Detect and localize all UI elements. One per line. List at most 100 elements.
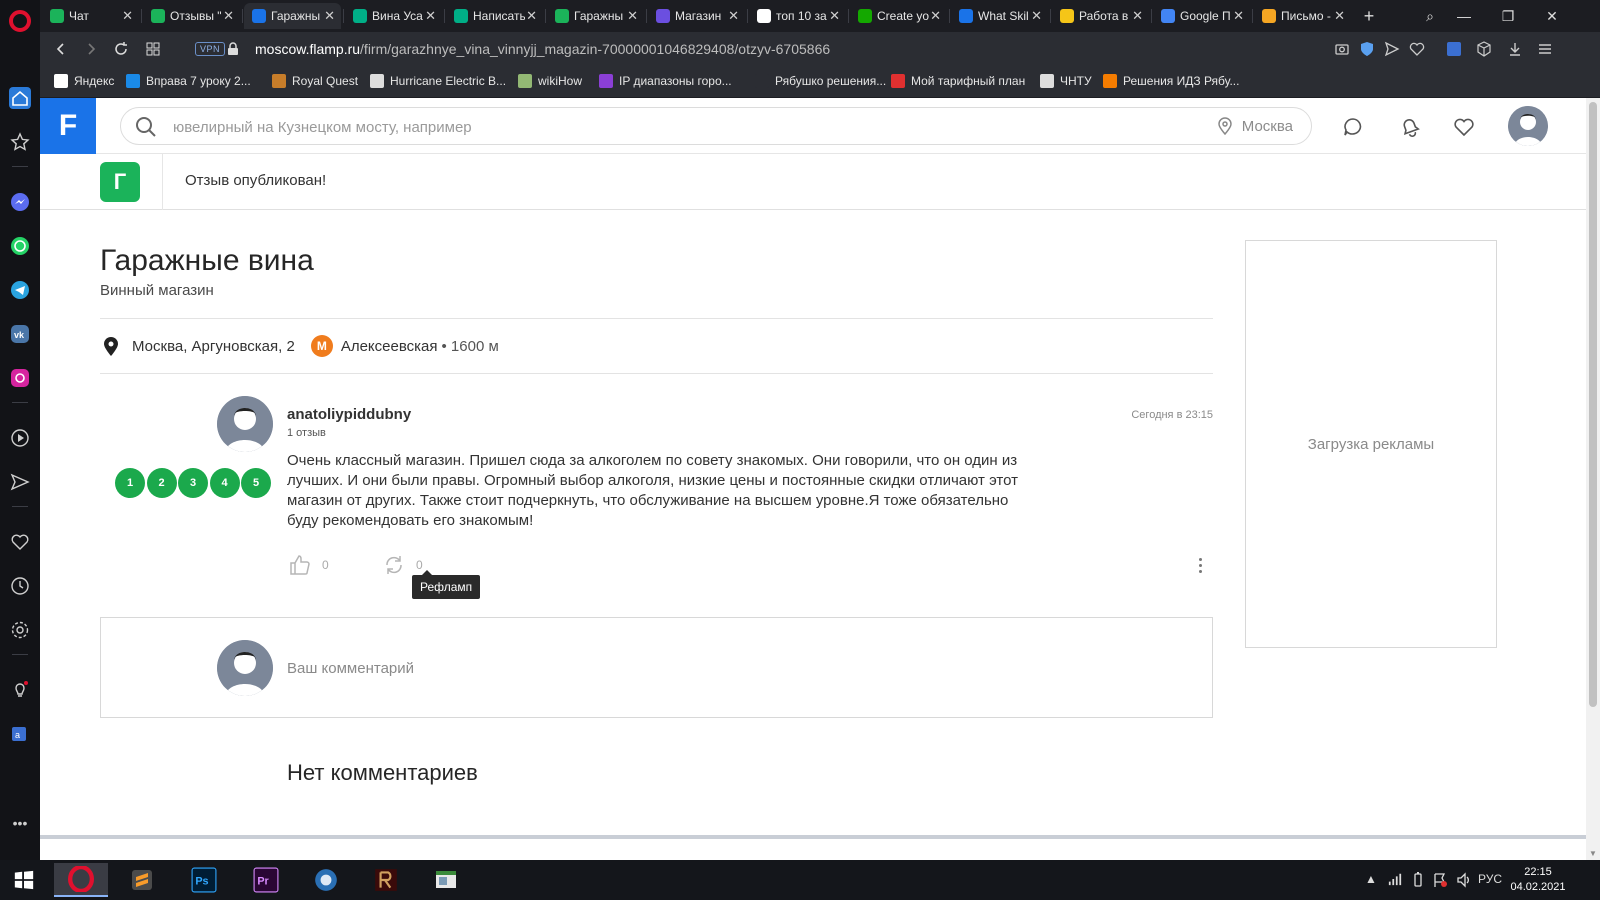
- taskbar-photoshop-icon[interactable]: Ps: [182, 863, 226, 897]
- city-selector[interactable]: Москва: [1216, 117, 1293, 135]
- bookmark-item[interactable]: Мой тарифный план: [891, 74, 1025, 88]
- bookmark-item[interactable]: Вправа 7 уроку 2...: [126, 74, 251, 88]
- user-avatar[interactable]: [1508, 106, 1548, 146]
- tab-close-icon[interactable]: ✕: [1031, 8, 1042, 24]
- close-window-button[interactable]: ✕: [1530, 0, 1574, 32]
- browser-tab[interactable]: Гаражны ✕: [244, 3, 341, 29]
- firm-category[interactable]: Винный магазин: [100, 282, 214, 299]
- tray-chevron-icon[interactable]: ▲: [1365, 872, 1377, 886]
- bookmark-heart-icon[interactable]: [1408, 40, 1426, 58]
- forward-button[interactable]: [82, 40, 100, 58]
- review-date[interactable]: Сегодня в 23:15: [1100, 409, 1213, 421]
- bookmark-item[interactable]: Решения ИДЗ Рябу...: [1103, 74, 1239, 88]
- translate-extension-icon[interactable]: [1445, 40, 1463, 58]
- browser-tab[interactable]: Работа в ✕: [1052, 3, 1149, 29]
- restore-button[interactable]: ❐: [1486, 0, 1530, 32]
- settings-gear-icon[interactable]: [9, 619, 31, 641]
- system-clock[interactable]: 22:15 04.02.2021: [1508, 865, 1568, 895]
- send-icon[interactable]: [9, 471, 31, 493]
- taskbar-game-icon[interactable]: [364, 863, 408, 897]
- browser-tab[interactable]: Магазин ✕: [648, 3, 745, 29]
- review-author[interactable]: anatoliypiddubny: [287, 406, 411, 423]
- taskbar-window-icon[interactable]: [424, 863, 468, 897]
- whatsapp-icon[interactable]: [9, 235, 31, 257]
- home-icon[interactable]: [9, 87, 31, 109]
- extensions-cube-icon[interactable]: [1475, 40, 1493, 58]
- tab-close-icon[interactable]: ✕: [728, 8, 739, 24]
- speed-dial-icon[interactable]: [144, 40, 162, 58]
- browser-tab[interactable]: Create yo ✕: [850, 3, 947, 29]
- flamp-logo[interactable]: F: [40, 98, 96, 154]
- new-tab-button[interactable]: +: [1357, 0, 1381, 32]
- taskbar-premiere-icon[interactable]: Pr: [244, 863, 288, 897]
- tab-close-icon[interactable]: ✕: [122, 8, 133, 24]
- shield-icon[interactable]: [1358, 40, 1376, 58]
- review-author-avatar[interactable]: [217, 396, 273, 452]
- lightbulb-icon[interactable]: [9, 679, 31, 701]
- heart-icon[interactable]: [9, 531, 31, 553]
- lock-icon[interactable]: [224, 40, 242, 58]
- vk-icon[interactable]: vk: [9, 323, 31, 345]
- taskbar-opera-icon[interactable]: [54, 863, 108, 897]
- search-box[interactable]: Москва: [120, 107, 1312, 145]
- tab-close-icon[interactable]: ✕: [223, 8, 234, 24]
- battery-plug-icon[interactable]: [1410, 872, 1426, 891]
- page-scrollbar[interactable]: ▼: [1586, 98, 1600, 860]
- tab-close-icon[interactable]: ✕: [930, 8, 941, 24]
- tab-close-icon[interactable]: ✕: [324, 8, 335, 24]
- browser-tab[interactable]: Написать ✕: [446, 3, 543, 29]
- translate-icon[interactable]: a: [9, 723, 31, 745]
- url-field[interactable]: moscow.flamp.ru/firm/garazhnye_vina_vinn…: [255, 41, 830, 57]
- tab-close-icon[interactable]: ✕: [425, 8, 436, 24]
- back-button[interactable]: [52, 40, 70, 58]
- history-icon[interactable]: [9, 575, 31, 597]
- reload-button[interactable]: [112, 40, 130, 58]
- bookmark-item[interactable]: ЧНТУ: [1040, 74, 1092, 88]
- bookmark-item[interactable]: Royal Quest: [272, 74, 358, 88]
- tab-close-icon[interactable]: ✕: [1132, 8, 1143, 24]
- firm-address[interactable]: Москва, Аргуновская, 2: [132, 338, 295, 355]
- browser-tab[interactable]: топ 10 за ✕: [749, 3, 846, 29]
- send-tab-icon[interactable]: [1383, 40, 1401, 58]
- bookmark-item[interactable]: Яндекс: [54, 74, 114, 88]
- bookmark-item[interactable]: Рябушко решения...: [755, 74, 886, 88]
- like-button[interactable]: 0: [288, 553, 329, 577]
- tab-close-icon[interactable]: ✕: [526, 8, 537, 24]
- browser-tab[interactable]: Чат ✕: [42, 3, 139, 29]
- taskbar-app-globe-icon[interactable]: [304, 863, 348, 897]
- tab-close-icon[interactable]: ✕: [627, 8, 638, 24]
- vpn-badge[interactable]: VPN: [195, 42, 226, 56]
- favorites-heart-icon[interactable]: [1452, 115, 1476, 139]
- more-options-icon[interactable]: [1190, 553, 1210, 577]
- download-icon[interactable]: [1506, 40, 1524, 58]
- bookmark-item[interactable]: wikiHow: [518, 74, 582, 88]
- browser-tab[interactable]: What Skil ✕: [951, 3, 1048, 29]
- comment-input[interactable]: [287, 656, 1167, 680]
- bell-icon[interactable]: [1397, 115, 1421, 139]
- browser-tab[interactable]: Гаражны ✕: [547, 3, 644, 29]
- keyboard-language[interactable]: РУС: [1478, 872, 1502, 886]
- taskbar-sublime-icon[interactable]: [120, 863, 164, 897]
- browser-tab[interactable]: Отзывы " ✕: [143, 3, 240, 29]
- opera-logo-icon[interactable]: [9, 10, 31, 32]
- chat-icon[interactable]: [1341, 115, 1365, 139]
- instagram-icon[interactable]: [9, 367, 31, 389]
- volume-icon[interactable]: [1456, 872, 1472, 891]
- scrollbar-thumb[interactable]: [1589, 102, 1597, 707]
- player-icon[interactable]: [9, 427, 31, 449]
- minimize-button[interactable]: —: [1442, 0, 1486, 32]
- network-signal-icon[interactable]: [1387, 872, 1403, 889]
- telegram-icon[interactable]: [9, 279, 31, 301]
- messenger-icon[interactable]: [9, 191, 31, 213]
- easy-setup-icon[interactable]: [1536, 40, 1554, 58]
- bookmark-item[interactable]: Hurricane Electric B...: [370, 74, 506, 88]
- reflamp-button[interactable]: 0: [382, 553, 423, 577]
- windows-start-icon[interactable]: [2, 863, 46, 897]
- tab-close-icon[interactable]: ✕: [829, 8, 840, 24]
- bookmark-item[interactable]: IP диапазоны горо...: [599, 74, 732, 88]
- search-input[interactable]: [173, 116, 1153, 138]
- browser-tab[interactable]: Google П ✕: [1153, 3, 1250, 29]
- snapshot-icon[interactable]: [1333, 40, 1351, 58]
- browser-tab[interactable]: Письмо - ✕: [1254, 3, 1351, 29]
- browser-tab[interactable]: Вина Уса ✕: [345, 3, 442, 29]
